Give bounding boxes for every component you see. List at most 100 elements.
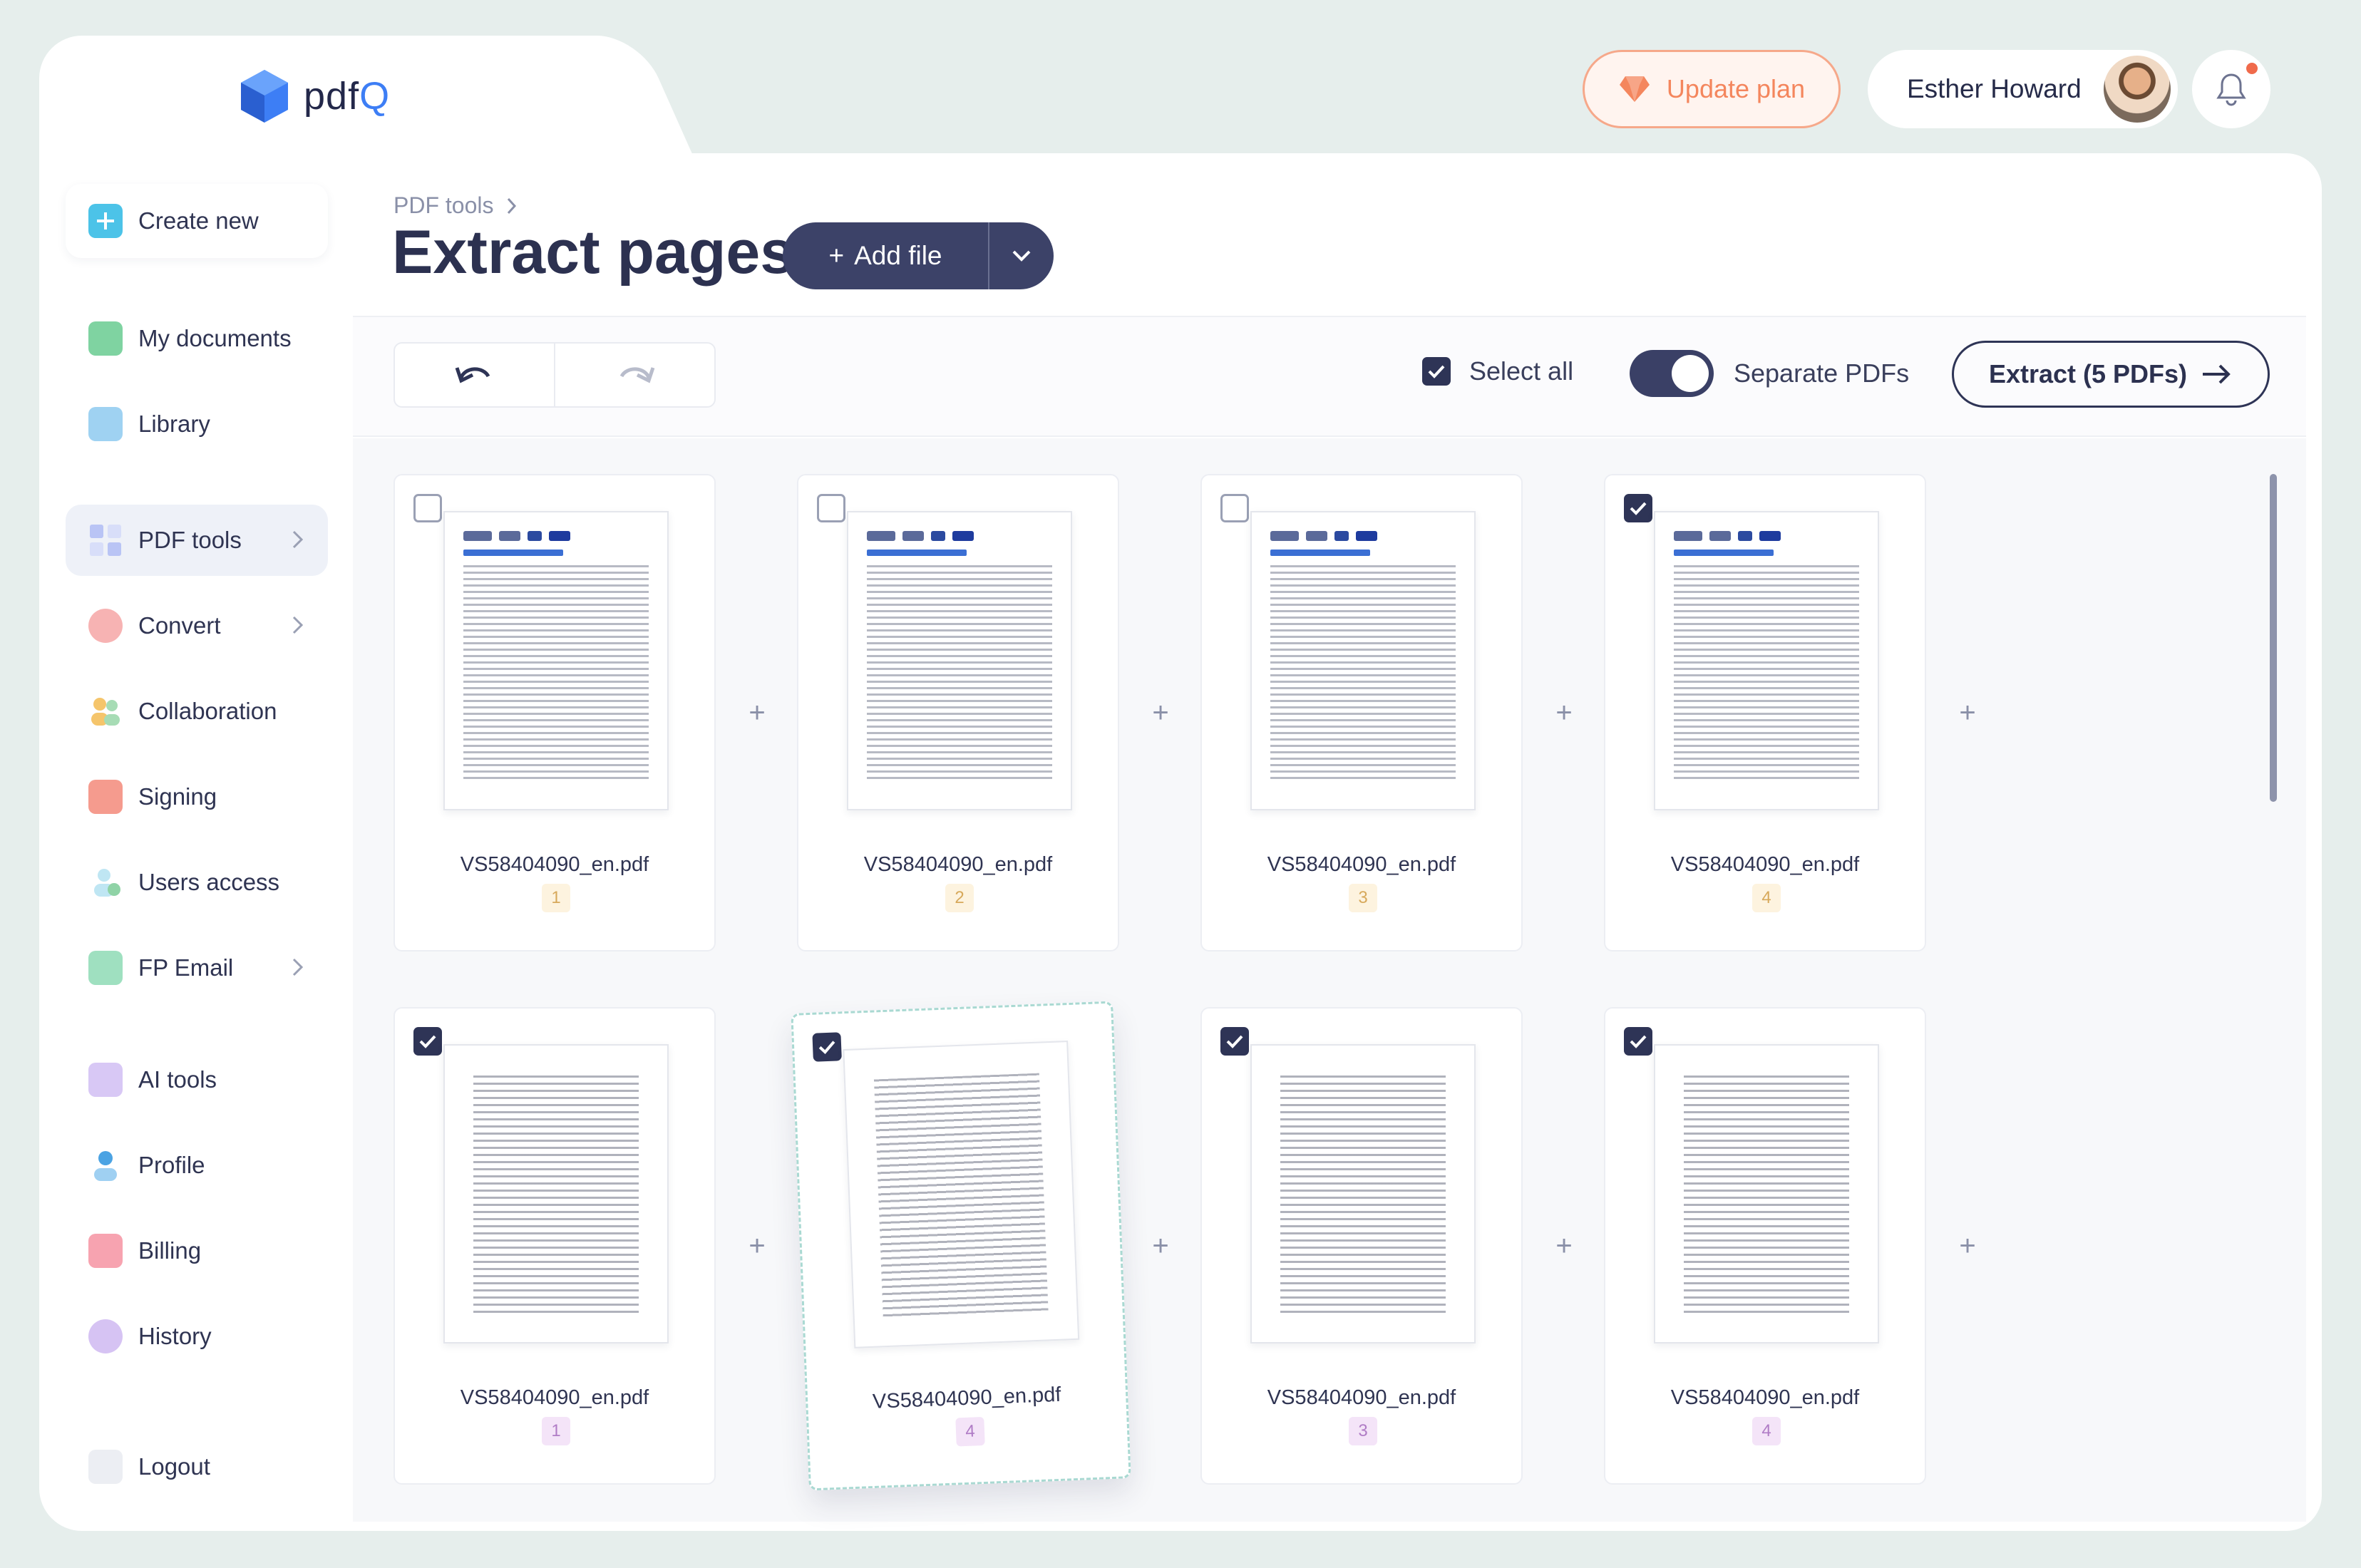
arrow-right-icon bbox=[2203, 364, 2231, 384]
update-plan-button[interactable]: Update plan bbox=[1583, 50, 1841, 128]
sidebar-item-pdf-tools[interactable]: PDF tools bbox=[66, 505, 328, 576]
sidebar-item-convert[interactable]: Convert bbox=[66, 590, 328, 661]
page-card[interactable]: VS58404090_en.pdf 3 bbox=[1200, 474, 1523, 951]
separate-pdfs-toggle[interactable] bbox=[1630, 350, 1714, 397]
avatar[interactable] bbox=[2104, 56, 2171, 123]
page-card[interactable]: VS58404090_en.pdf 4 bbox=[1604, 1007, 1926, 1485]
user-name: Esther Howard bbox=[1907, 74, 2082, 103]
sidebar-item-library[interactable]: Library bbox=[66, 388, 328, 460]
undo-icon bbox=[455, 367, 490, 383]
page-card[interactable]: VS58404090_en.pdf 1 bbox=[394, 474, 716, 951]
page-checkbox[interactable] bbox=[1624, 1027, 1652, 1056]
select-all[interactable]: Select all bbox=[1422, 356, 1573, 386]
add-file-dropdown[interactable] bbox=[989, 249, 1054, 262]
file-name: VS58404090_en.pdf bbox=[460, 1386, 649, 1409]
page-checkbox[interactable] bbox=[812, 1032, 842, 1062]
file-name: VS58404090_en.pdf bbox=[460, 853, 649, 876]
insert-page-button[interactable]: + bbox=[1146, 1230, 1175, 1262]
chevron-right-icon bbox=[292, 616, 304, 634]
file-name: VS58404090_en.pdf bbox=[872, 1383, 1061, 1413]
chevron-right-icon bbox=[508, 197, 517, 214]
app-window: pdfQ Update plan Esther Howard Create ne… bbox=[0, 0, 2361, 1568]
extract-button[interactable]: Extract (5 PDFs) bbox=[1952, 341, 2270, 408]
insert-page-button[interactable]: + bbox=[743, 697, 771, 728]
card-icon bbox=[88, 1234, 123, 1268]
page-card[interactable]: VS58404090_en.pdf 3 bbox=[1200, 1007, 1523, 1485]
sidebar-item-profile[interactable]: Profile bbox=[66, 1130, 328, 1201]
page-thumbnail bbox=[1654, 511, 1879, 810]
ai-icon bbox=[88, 1063, 123, 1097]
page-checkbox[interactable] bbox=[1624, 494, 1652, 522]
sidebar-item-billing[interactable]: Billing bbox=[66, 1215, 328, 1286]
scrollbar[interactable] bbox=[2270, 474, 2277, 802]
page-number: 2 bbox=[945, 884, 974, 912]
file-name: VS58404090_en.pdf bbox=[1670, 853, 1860, 876]
sidebar-item-logout[interactable]: Logout bbox=[66, 1431, 328, 1502]
bell-icon bbox=[2216, 73, 2246, 106]
page-thumbnail bbox=[843, 1041, 1080, 1348]
page-number: 3 bbox=[1349, 884, 1377, 912]
redo-button[interactable] bbox=[555, 344, 714, 406]
insert-page-button[interactable]: + bbox=[1146, 697, 1175, 728]
clock-icon bbox=[88, 1319, 123, 1353]
folder-icon bbox=[88, 321, 123, 356]
page-card[interactable]: VS58404090_en.pdf 4 bbox=[1604, 474, 1926, 951]
insert-page-button[interactable]: + bbox=[1953, 697, 1982, 728]
add-file-button[interactable]: + Add file bbox=[783, 222, 1054, 289]
redo-icon bbox=[619, 367, 654, 383]
sidebar-item-ai-tools[interactable]: AI tools bbox=[66, 1044, 328, 1115]
page-thumbnail bbox=[1250, 511, 1476, 810]
page-card-dragging[interactable]: VS58404090_en.pdf 4 bbox=[791, 1001, 1131, 1491]
sidebar-item-signing[interactable]: Signing bbox=[66, 761, 328, 832]
insert-page-button[interactable]: + bbox=[1550, 697, 1578, 728]
page-checkbox[interactable] bbox=[1220, 494, 1249, 522]
sidebar-item-my-documents[interactable]: My documents bbox=[66, 303, 328, 374]
insert-page-button[interactable]: + bbox=[1550, 1230, 1578, 1262]
sidebar-item-history[interactable]: History bbox=[66, 1301, 328, 1372]
insert-page-button[interactable]: + bbox=[743, 1230, 771, 1262]
notifications-button[interactable] bbox=[2192, 50, 2270, 128]
grid-icon bbox=[88, 523, 123, 557]
plus-icon: + bbox=[828, 241, 845, 270]
page-card[interactable]: VS58404090_en.pdf 2 bbox=[797, 474, 1119, 951]
page-number: 4 bbox=[955, 1416, 985, 1447]
page-card[interactable]: VS58404090_en.pdf 1 bbox=[394, 1007, 716, 1485]
page-thumbnail bbox=[847, 511, 1072, 810]
chevron-down-icon bbox=[1012, 250, 1031, 262]
breadcrumb[interactable]: PDF tools bbox=[394, 192, 518, 219]
page-number: 3 bbox=[1349, 1417, 1377, 1445]
plus-square-icon bbox=[88, 204, 123, 238]
notification-dot bbox=[2246, 63, 2258, 74]
chevron-right-icon bbox=[292, 530, 304, 549]
history-controls bbox=[394, 342, 716, 408]
page-number: 1 bbox=[542, 884, 570, 912]
page-thumbnail bbox=[1250, 1044, 1476, 1343]
user-menu[interactable]: Esther Howard bbox=[1868, 50, 2178, 128]
logo-text: pdfQ bbox=[304, 75, 391, 118]
separate-pdfs-toggle-group[interactable]: Separate PDFs bbox=[1630, 350, 1909, 397]
page-checkbox[interactable] bbox=[817, 494, 845, 522]
sidebar-item-users-access[interactable]: Users access bbox=[66, 847, 328, 918]
people-icon bbox=[88, 694, 123, 728]
undo-button[interactable] bbox=[395, 344, 555, 406]
page-number: 1 bbox=[542, 1417, 570, 1445]
sidebar-item-fp-email[interactable]: FP Email bbox=[66, 932, 328, 1004]
insert-page-button[interactable]: + bbox=[1953, 1230, 1982, 1262]
page-thumbnail bbox=[443, 1044, 669, 1343]
sidebar-item-collaboration[interactable]: Collaboration bbox=[66, 676, 328, 747]
chevron-right-icon bbox=[292, 958, 304, 976]
page-title: Extract pages bbox=[392, 218, 795, 287]
page-number: 4 bbox=[1752, 884, 1781, 912]
select-all-checkbox[interactable] bbox=[1422, 357, 1451, 386]
page-checkbox[interactable] bbox=[413, 494, 442, 522]
app-logo[interactable]: pdfQ bbox=[240, 68, 390, 124]
file-name: VS58404090_en.pdf bbox=[863, 853, 1053, 876]
sidebar-item-create-new[interactable]: Create new bbox=[66, 184, 328, 258]
page-checkbox[interactable] bbox=[1220, 1027, 1249, 1056]
file-name: VS58404090_en.pdf bbox=[1267, 1386, 1456, 1409]
mail-icon bbox=[88, 951, 123, 985]
page-checkbox[interactable] bbox=[413, 1027, 442, 1056]
convert-icon bbox=[88, 609, 123, 643]
logo-icon bbox=[241, 70, 288, 123]
file-name: VS58404090_en.pdf bbox=[1670, 1386, 1860, 1409]
